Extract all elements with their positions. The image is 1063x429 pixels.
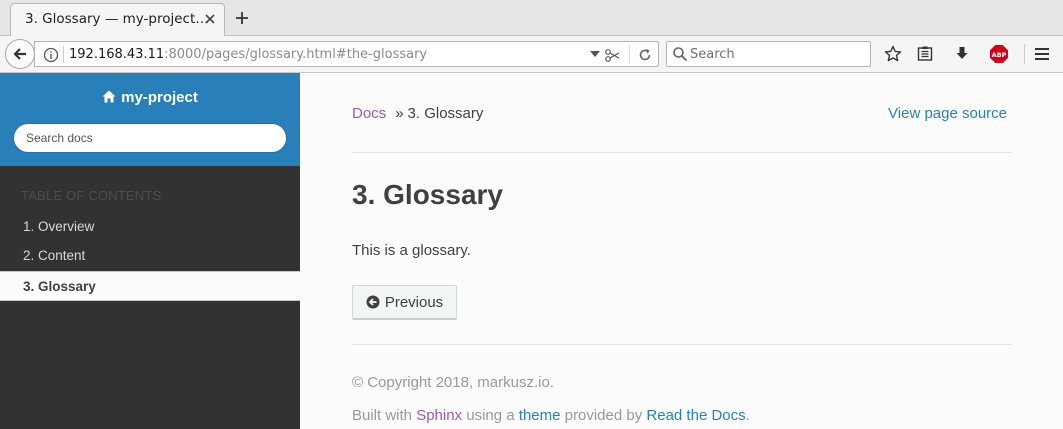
breadcrumb-current: 3. Glossary — [407, 105, 484, 122]
breadcrumb-docs-link[interactable]: Docs — [352, 105, 386, 122]
nav-bar: 192.168.43.11:8000/pages/glossary.html#t… — [0, 36, 1063, 73]
search-icon — [672, 46, 688, 62]
url-separator-2 — [629, 45, 630, 64]
url-path: :8000/pages/glossary.html#the-glossary — [164, 47, 428, 62]
back-button[interactable] — [5, 39, 35, 69]
toc-item-overview[interactable]: 1. Overview — [0, 212, 300, 242]
toc-caption: TABLE OF CONTENTS — [21, 188, 162, 203]
svg-text:ABP: ABP — [992, 51, 1007, 59]
footer-period: . — [745, 407, 750, 424]
project-name: my-project — [121, 89, 198, 106]
sidebar: my-project TABLE OF CONTENTS 1. Overview… — [0, 73, 300, 429]
breadcrumb-separator: » — [395, 105, 404, 122]
info-icon[interactable] — [43, 47, 59, 63]
tab-active[interactable]: 3. Glossary — my-project… — [10, 3, 225, 36]
new-tab-icon[interactable] — [232, 8, 252, 28]
menu-hamburger-icon[interactable] — [1031, 43, 1053, 65]
project-home-link[interactable]: my-project — [0, 89, 300, 106]
page-body-text: This is a glossary. — [352, 242, 471, 259]
browser-search-bar[interactable] — [666, 41, 871, 67]
view-page-source-link[interactable]: View page source — [888, 105, 1007, 122]
sphinx-link[interactable]: Sphinx — [416, 407, 462, 424]
main-content: Docs» 3. Glossary View page source 3. Glo… — [300, 73, 1063, 429]
close-tab-icon[interactable] — [202, 11, 218, 27]
browser-search-input[interactable] — [690, 45, 865, 63]
page-title: 3. Glossary — [352, 179, 503, 210]
url-host: 192.168.43.11 — [69, 47, 165, 62]
home-icon — [102, 90, 116, 103]
previous-button[interactable]: Previous — [352, 285, 457, 320]
toc-item-glossary-current[interactable]: 3. Glossary — [0, 271, 300, 301]
previous-label: Previous — [384, 293, 444, 311]
built-prefix: Built with — [352, 407, 413, 424]
header-divider — [352, 152, 1012, 153]
url-separator — [63, 46, 64, 63]
back-arrow-icon — [13, 48, 26, 60]
tab-title: 3. Glossary — my-project… — [25, 11, 209, 27]
reading-list-icon[interactable] — [914, 43, 936, 65]
adblock-plus-icon[interactable]: ABP — [988, 43, 1010, 65]
bookmark-star-icon[interactable] — [882, 43, 904, 65]
arrow-circle-left-icon — [366, 295, 380, 309]
url-history-dropdown-icon[interactable] — [590, 51, 600, 57]
toc-item-content[interactable]: 2. Content — [0, 241, 300, 271]
provided-by-text: provided by — [564, 407, 643, 424]
tab-bar: 3. Glossary — my-project… — [0, 0, 1063, 36]
copyright-text: © Copyright 2018, markusz.io. — [352, 374, 554, 391]
downloads-icon[interactable] — [951, 43, 973, 65]
docs-search-input[interactable] — [13, 123, 287, 153]
reload-icon[interactable] — [636, 46, 654, 64]
breadcrumb: Docs » 3. Glossary — [352, 105, 483, 122]
url-text[interactable]: 192.168.43.11:8000/pages/glossary.html#t… — [69, 47, 427, 62]
theme-link[interactable]: theme — [519, 407, 561, 424]
using-a-text: using a — [466, 407, 515, 424]
url-bar[interactable]: 192.168.43.11:8000/pages/glossary.html#t… — [34, 41, 659, 67]
read-the-docs-link[interactable]: Read the Docs — [646, 407, 745, 424]
scissors-icon[interactable] — [604, 46, 622, 64]
built-with-text: Built with Sphinx using a theme provided… — [352, 407, 750, 424]
footer-divider — [352, 344, 1012, 345]
toolbar-separator — [1024, 44, 1025, 64]
sidebar-header: my-project — [0, 73, 300, 166]
